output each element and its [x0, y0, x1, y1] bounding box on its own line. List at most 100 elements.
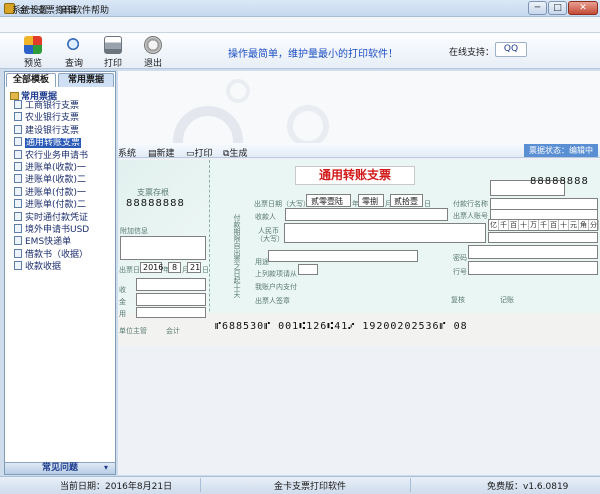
digit-column-label: 百 [510, 220, 519, 230]
system-button[interactable]: 系统 [118, 146, 136, 159]
stub-accountant-label: 会计 [166, 327, 180, 335]
status-badge: 票据状态：编辑中 [524, 144, 598, 157]
minimize-button[interactable]: ─ [528, 1, 547, 15]
document-icon [14, 248, 22, 258]
amount-digit-grid: 亿千百十万千百十元角分 [488, 219, 599, 231]
tree-item-label: 进账单(收款)一 [25, 163, 87, 173]
magnifier-icon [65, 36, 83, 54]
digit-column-label: 十 [560, 220, 569, 230]
tree-item-label: 进账单(收款)二 [25, 175, 87, 186]
payment-period-note: 付款期限自出票之日起十天 [233, 214, 241, 298]
menu-edit[interactable]: 编辑 [58, 3, 76, 16]
tab-common-bills[interactable]: 常用票据 [58, 73, 114, 87]
stub-amount-field[interactable] [136, 293, 206, 306]
stub-month-value: 8 [172, 263, 178, 272]
purpose-field[interactable] [268, 250, 418, 262]
tree-item-label: 进账单(付款)二 [25, 200, 87, 211]
document-icon [14, 236, 22, 246]
generate-button[interactable]: ⧉生成 [223, 146, 247, 159]
new-label: 新建 [156, 149, 175, 159]
date-day-field[interactable]: 贰拾壹 [390, 194, 423, 207]
stub-use-label: 用 [119, 310, 126, 318]
payee-label: 收款人 [255, 213, 276, 221]
tree-item[interactable]: 进账单(收款)二 [14, 174, 86, 186]
stub-day-field[interactable]: 21 [187, 262, 201, 273]
tree-item[interactable]: 实时通付款凭证 [14, 211, 89, 224]
decorative-background [118, 71, 600, 176]
stub-amount-label: 金 [119, 298, 126, 306]
document-icon [14, 149, 22, 159]
tree-item[interactable]: 收款收据 [14, 261, 61, 273]
above-amount-label: 上列款项请从 [255, 270, 297, 278]
qq-button[interactable]: QQ [495, 42, 527, 57]
amount-caps-field[interactable] [284, 223, 486, 243]
tree-item[interactable]: 进账单(付款)二 [14, 199, 86, 211]
printer-icon: ▭ [186, 149, 195, 159]
account-pay-field[interactable] [298, 264, 318, 275]
status-divider [200, 478, 201, 492]
stub-day-unit: 日 [202, 266, 209, 274]
stub-extra-field[interactable] [120, 236, 206, 260]
new-icon: ▤ [148, 149, 157, 159]
status-app-name: 金卡支票打印软件 [274, 482, 347, 492]
payee-field[interactable] [285, 208, 448, 221]
tree-item[interactable]: 通用转账支票 [14, 137, 82, 149]
tree-item[interactable]: 工商银行支票 [14, 100, 79, 112]
date-month-field[interactable]: 零捌 [358, 194, 384, 207]
tree-item[interactable]: EMS快递单 [14, 236, 71, 248]
purpose-label: 用途 [255, 258, 269, 266]
stub-year-field[interactable]: 2016 [140, 262, 164, 273]
cheque-title: 通用转账支票 [295, 166, 415, 185]
new-button[interactable]: ▤新建 [148, 146, 175, 159]
amount-caps-label: （大写） [256, 235, 284, 243]
stub-year-value: 2016 [143, 263, 164, 272]
menu-system-settings[interactable]: 系统设置 [12, 3, 48, 16]
close-button[interactable]: ✕ [568, 1, 598, 15]
document-icon [14, 162, 22, 171]
qq-label: QQ [503, 44, 519, 54]
tree-item[interactable]: 进账单(收款)一 [14, 162, 86, 174]
document-icon [14, 211, 22, 221]
stub-use-field[interactable] [136, 307, 206, 318]
preview-label: 预览 [23, 59, 42, 69]
generate-label: 生成 [229, 149, 248, 159]
tree-item[interactable]: 建设银行支票 [14, 124, 79, 137]
chevron-down-icon[interactable]: ▾ [104, 463, 108, 472]
password-label: 密码 [453, 254, 467, 262]
tree-item-label: 农业银行支票 [25, 113, 80, 124]
tree-item[interactable]: 进账单(付款)一 [14, 186, 86, 199]
menu-help[interactable]: 帮助 [91, 3, 109, 16]
print-button[interactable]: 打印 [97, 35, 129, 69]
query-button[interactable]: 查询 [58, 35, 90, 69]
stub-payee-field[interactable] [136, 278, 206, 291]
tree-item[interactable]: 境外申请书USD [14, 224, 89, 236]
document-icon [14, 124, 22, 134]
stub-month-field[interactable]: 8 [168, 262, 181, 273]
document-icon [14, 199, 22, 209]
document-icon [14, 174, 22, 184]
exit-button[interactable]: 退出 [137, 35, 169, 69]
preview-button[interactable]: 预览 [17, 35, 49, 69]
tree-item[interactable]: 农行业务申请书 [14, 149, 88, 162]
amount-digit-field[interactable] [488, 232, 598, 243]
tree-item-label: 实时通付款凭证 [25, 212, 89, 223]
stub-day-value: 21 [190, 263, 201, 272]
query-label: 查询 [64, 59, 83, 69]
digit-column-label: 分 [590, 220, 599, 230]
password-field[interactable] [468, 245, 598, 259]
editor-print-button[interactable]: ▭打印 [186, 146, 213, 159]
online-support-label: 在线支持： [449, 48, 495, 58]
maximize-button[interactable]: □ [548, 1, 567, 15]
tree-item-label: 收款收据 [25, 262, 62, 273]
tree-item[interactable]: 借款书（收据） [14, 248, 88, 261]
tab-all-templates[interactable]: 全部模板 [6, 73, 56, 87]
date-year-field[interactable]: 贰零壹陆 [306, 194, 351, 207]
digit-column-label: 万 [530, 220, 539, 230]
tree-item[interactable]: 农业银行支票 [14, 112, 79, 124]
document-icon [14, 261, 22, 271]
digit-column-label: 千 [540, 220, 549, 230]
line-no-field[interactable] [468, 261, 598, 275]
document-icon [14, 137, 22, 147]
stub-payee-label: 收 [119, 286, 126, 294]
faq-bar[interactable]: 常见问题 [5, 462, 115, 474]
